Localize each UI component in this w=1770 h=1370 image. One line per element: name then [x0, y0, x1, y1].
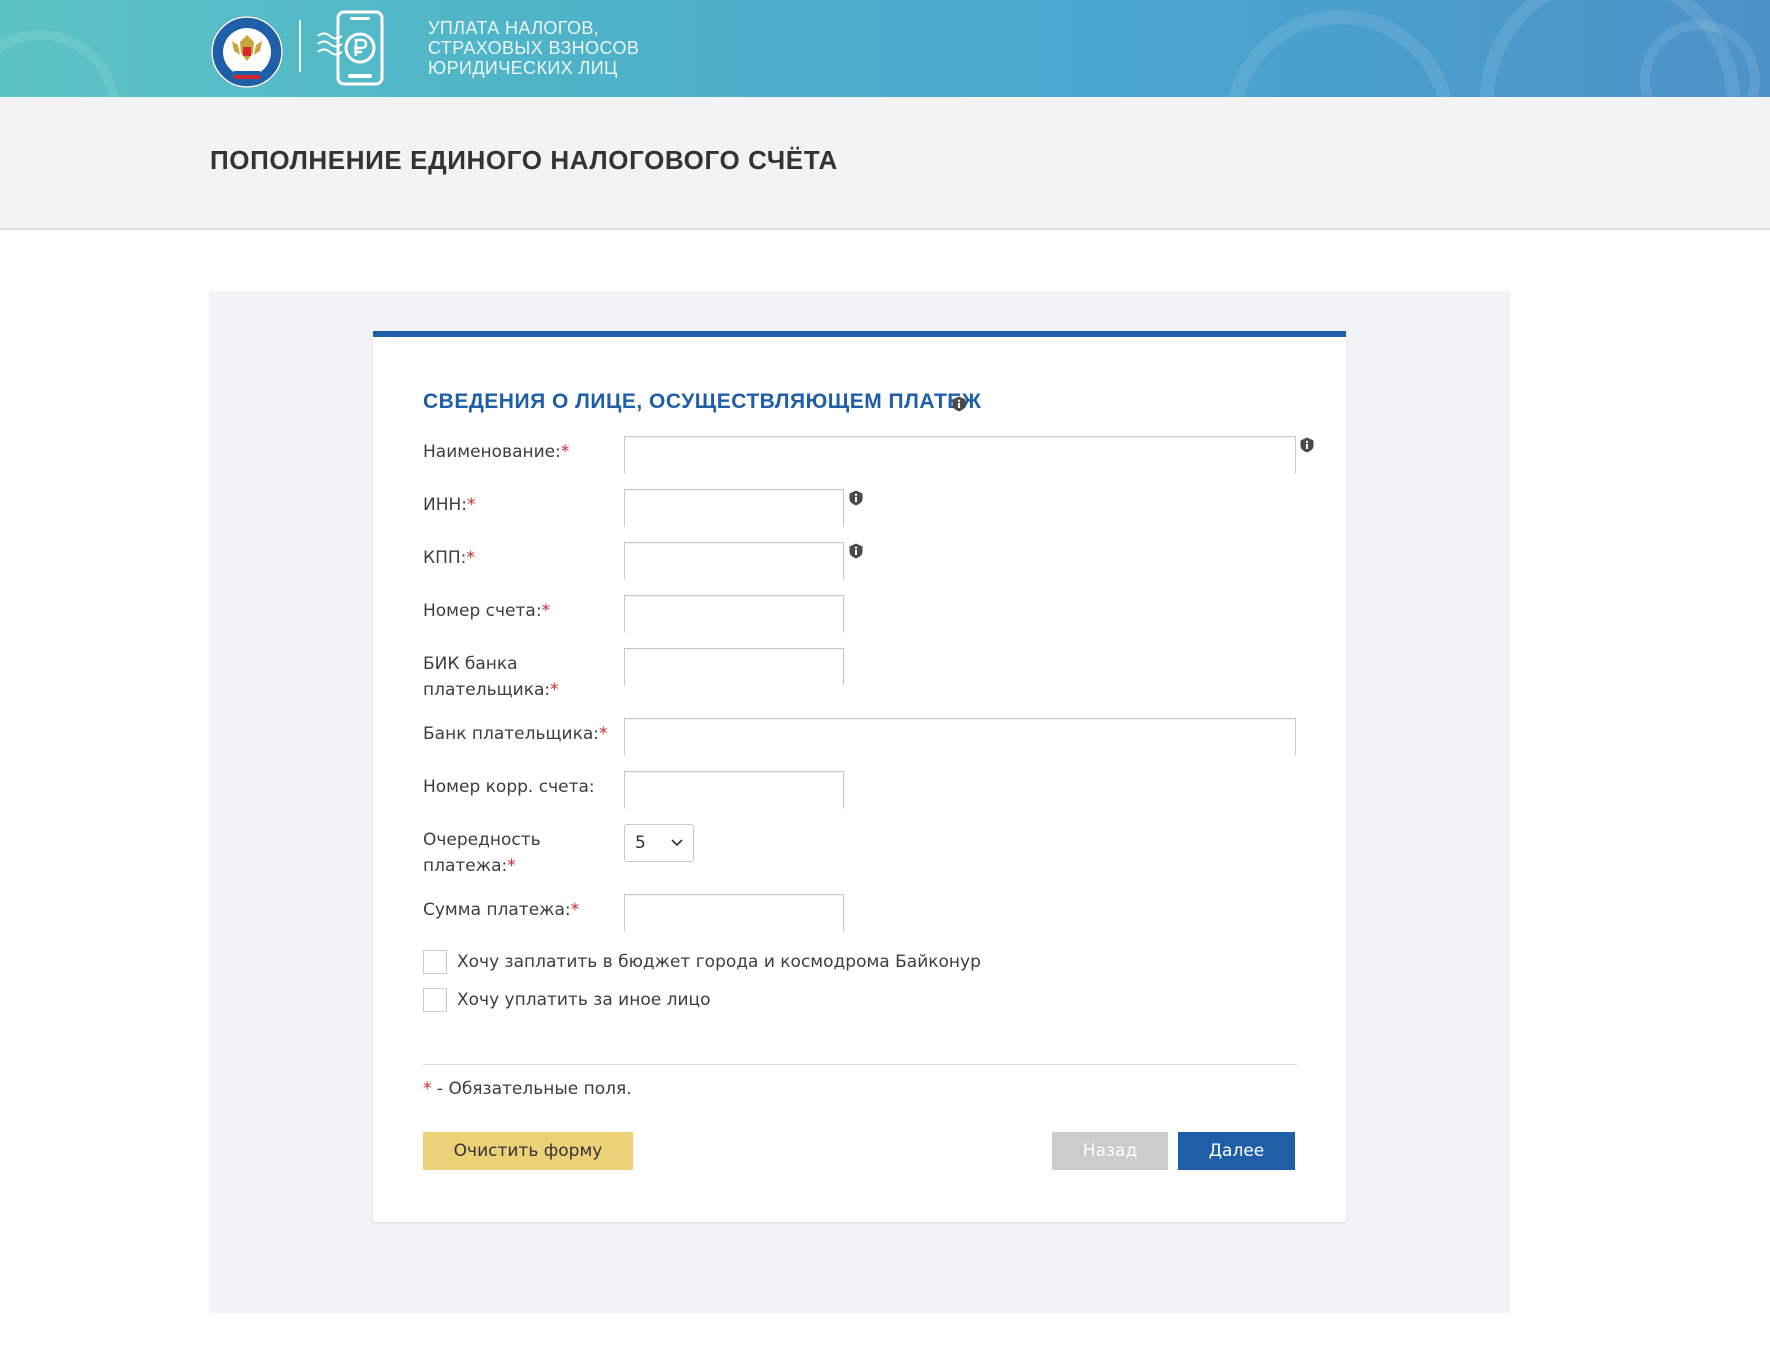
required-asterisk: *: [466, 548, 475, 568]
corr-account-label-text: Номер корр. счета:: [423, 777, 595, 797]
amount-label-text: Сумма платежа:: [423, 900, 571, 920]
page-title-strip: ПОПОЛНЕНИЕ ЕДИНОГО НАЛОГОВОГО СЧЁТА: [0, 97, 1770, 230]
required-asterisk: *: [423, 1079, 432, 1099]
priority-label-line: Очередность: [423, 830, 541, 850]
bank-label: Банк плательщика:*: [423, 721, 608, 747]
service-name: УПЛАТА НАЛОГОВ, СТРАХОВЫХ ВЗНОСОВ ЮРИДИЧ…: [428, 18, 639, 78]
service-name-line: УПЛАТА НАЛОГОВ,: [428, 18, 600, 38]
priority-selected-value: 5: [635, 833, 646, 853]
required-asterisk: *: [541, 601, 551, 621]
priority-label-text: платежа:: [423, 856, 508, 876]
other-person-checkbox-label[interactable]: Хочу уплатить за иное лицо: [457, 987, 710, 1013]
inn-label: ИНН:*: [423, 492, 476, 518]
brand-divider: [299, 20, 301, 72]
name-input[interactable]: [624, 436, 1296, 474]
info-icon[interactable]: [848, 543, 864, 559]
section-title-text: СВЕДЕНИЯ О ЛИЦЕ, ОСУЩЕСТВЛЯЮЩЕМ ПЛАТЕЖ: [423, 390, 982, 413]
required-asterisk: *: [550, 680, 559, 700]
chevron-down-icon: [671, 839, 683, 847]
baikonur-checkbox-label[interactable]: Хочу заплатить в бюджет города и космодр…: [457, 949, 981, 975]
bik-label-text: плательщика:: [423, 680, 551, 700]
banner-decoration: [0, 30, 120, 97]
required-asterisk: *: [507, 856, 516, 876]
name-label: Наименование:*: [423, 439, 569, 465]
next-button[interactable]: Далее: [1178, 1132, 1295, 1170]
bik-label: БИК банка плательщика:*: [423, 651, 559, 703]
kpp-label-text: КПП:: [423, 548, 467, 568]
corr-account-input[interactable]: [624, 771, 844, 809]
banner-decoration: [1225, 10, 1455, 97]
required-asterisk: *: [560, 442, 570, 462]
bik-label-line: плательщика:*: [423, 677, 559, 703]
payer-form-card: СВЕДЕНИЯ О ЛИЦЕ, ОСУЩЕСТВЛЯЮЩЕМ ПЛАТЕЖ Н…: [373, 331, 1346, 1222]
bik-label-line: БИК банка: [423, 654, 518, 674]
required-asterisk: *: [570, 900, 580, 920]
info-icon[interactable]: [951, 396, 967, 412]
bank-label-text: Банк плательщика:: [423, 724, 599, 744]
account-input[interactable]: [624, 595, 844, 633]
mobile-payment-icon: [317, 10, 384, 86]
priority-select[interactable]: 5: [624, 824, 694, 862]
amount-input[interactable]: [624, 894, 844, 932]
other-person-checkbox[interactable]: [423, 988, 447, 1012]
header-banner: УПЛАТА НАЛОГОВ, СТРАХОВЫХ ВЗНОСОВ ЮРИДИЧ…: [0, 0, 1770, 97]
baikonur-checkbox[interactable]: [423, 950, 447, 974]
info-icon[interactable]: [1299, 437, 1315, 453]
service-name-line: ЮРИДИЧЕСКИХ ЛИЦ: [428, 58, 618, 78]
info-icon[interactable]: [848, 490, 864, 506]
required-asterisk: *: [599, 724, 608, 744]
priority-label: Очередность платежа:*: [423, 827, 541, 879]
corr-account-label: Номер корр. счета:: [423, 774, 595, 800]
page-title: ПОПОЛНЕНИЕ ЕДИНОГО НАЛОГОВОГО СЧЁТА: [210, 145, 838, 175]
kpp-input[interactable]: [624, 542, 844, 580]
clear-form-button[interactable]: Очистить форму: [423, 1132, 633, 1170]
inn-input[interactable]: [624, 489, 844, 527]
name-label-text: Наименование:: [423, 442, 561, 462]
inn-label-text: ИНН:: [423, 495, 468, 515]
required-fields-note: * - Обязательные поля.: [423, 1076, 632, 1102]
bik-input[interactable]: [624, 648, 844, 686]
required-asterisk: *: [467, 495, 476, 515]
priority-label-line: платежа:*: [423, 853, 541, 879]
account-label-text: Номер счета:: [423, 601, 542, 621]
section-title: СВЕДЕНИЯ О ЛИЦЕ, ОСУЩЕСТВЛЯЮЩЕМ ПЛАТЕЖ: [423, 390, 981, 414]
back-button[interactable]: Назад: [1052, 1132, 1168, 1170]
bank-input[interactable]: [624, 718, 1296, 756]
amount-label: Сумма платежа:*: [423, 897, 579, 923]
account-label: Номер счета:*: [423, 598, 550, 624]
form-divider: [423, 1064, 1297, 1065]
fns-emblem-logo[interactable]: [210, 15, 284, 89]
required-note-text: - Обязательные поля.: [431, 1079, 632, 1099]
service-name-line: СТРАХОВЫХ ВЗНОСОВ: [428, 38, 640, 58]
kpp-label: КПП:*: [423, 545, 475, 571]
